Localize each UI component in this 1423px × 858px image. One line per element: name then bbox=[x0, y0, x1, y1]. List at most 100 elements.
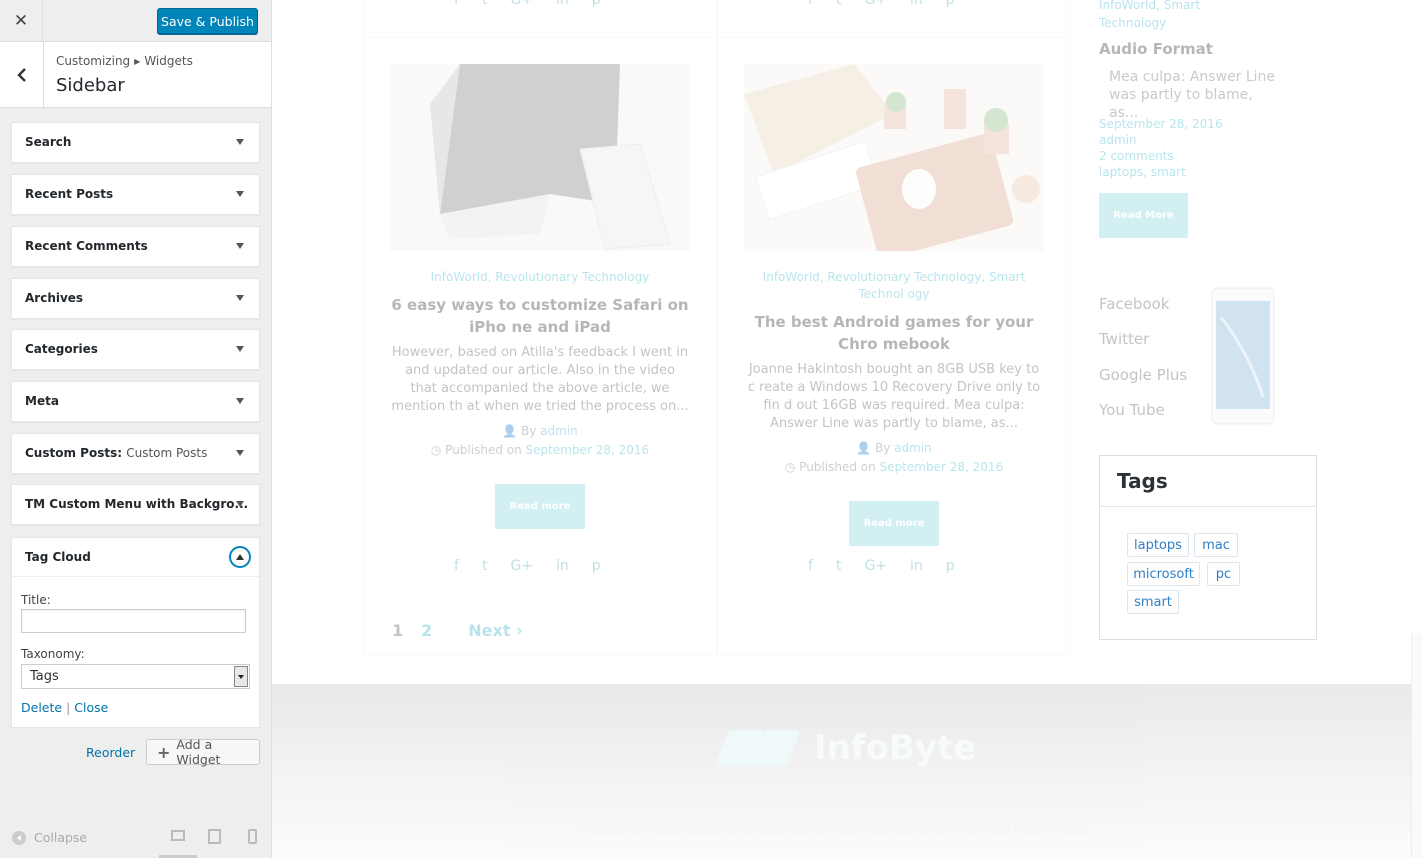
save-publish-button[interactable]: Save & Publish bbox=[157, 8, 258, 34]
expand-arrow-icon[interactable] bbox=[236, 295, 244, 301]
share-icons-top-left: f t G+ in p bbox=[454, 0, 601, 8]
social-twitter-link[interactable]: Twitter bbox=[1099, 330, 1149, 348]
tablet-preview-icon[interactable] bbox=[208, 829, 221, 844]
post-categories[interactable]: InfoWorld, Revolutionary Technology, Sma… bbox=[744, 269, 1044, 303]
facebook-icon[interactable]: f bbox=[808, 0, 813, 8]
widget-recent-posts[interactable]: Recent Posts bbox=[11, 174, 260, 215]
post-author[interactable]: admin bbox=[540, 424, 578, 438]
pinterest-icon[interactable]: p bbox=[592, 558, 601, 574]
read-more-button[interactable]: Read more bbox=[495, 484, 585, 529]
widget-meta[interactable]: Meta bbox=[11, 381, 260, 422]
clock-icon: ◷ bbox=[430, 443, 442, 457]
breadcrumb-root: Customizing bbox=[56, 54, 131, 68]
chevron-left-icon bbox=[16, 68, 26, 82]
dropdown-arrow-icon[interactable] bbox=[234, 666, 248, 687]
post-title[interactable]: The best Android games for your Chro meb… bbox=[744, 311, 1044, 355]
tag-pc[interactable]: pc bbox=[1207, 562, 1240, 586]
right-post-tags[interactable]: laptops, smart bbox=[1099, 165, 1186, 179]
taxonomy-select[interactable]: Tags bbox=[21, 664, 250, 689]
widget-title: Recent Posts bbox=[25, 187, 114, 201]
page-1[interactable]: 1 bbox=[392, 621, 403, 640]
expand-arrow-icon[interactable] bbox=[236, 501, 244, 507]
customizer-sidebar: ✕ Save & Publish Customizing ▶ Widgets Sid… bbox=[0, 0, 272, 858]
post-thumbnail-desk[interactable] bbox=[744, 64, 1044, 260]
expand-arrow-icon[interactable] bbox=[236, 191, 244, 197]
tag-mac[interactable]: mac bbox=[1194, 533, 1238, 557]
twitter-icon[interactable]: t bbox=[482, 0, 488, 8]
google-plus-icon[interactable]: G+ bbox=[510, 0, 533, 8]
post-author[interactable]: admin bbox=[894, 441, 932, 455]
tag-laptops[interactable]: laptops bbox=[1127, 533, 1189, 557]
linkedin-icon[interactable]: in bbox=[910, 558, 923, 574]
post-categories[interactable]: InfoWorld, Revolutionary Technology bbox=[390, 269, 690, 286]
facebook-icon[interactable]: f bbox=[808, 558, 813, 574]
collapse-button[interactable]: Collapse bbox=[12, 830, 87, 845]
expand-arrow-icon[interactable] bbox=[236, 398, 244, 404]
customizer-header: ✕ Save & Publish bbox=[0, 0, 271, 42]
social-facebook-link[interactable]: Facebook bbox=[1099, 295, 1169, 313]
widget-custom-posts[interactable]: Custom Posts: Custom Posts bbox=[11, 433, 260, 474]
facebook-icon[interactable]: f bbox=[454, 558, 459, 574]
taxonomy-selected-value: Tags bbox=[30, 669, 59, 684]
reorder-link[interactable]: Reorder bbox=[86, 745, 135, 760]
collapse-toggle-icon[interactable] bbox=[229, 546, 251, 568]
close-widget-link[interactable]: Close bbox=[74, 700, 108, 715]
right-post-author[interactable]: admin bbox=[1099, 133, 1137, 147]
pinterest-icon[interactable]: p bbox=[946, 0, 955, 8]
close-customizer-button[interactable]: ✕ bbox=[0, 0, 43, 42]
tablet-image bbox=[1211, 287, 1275, 425]
linkedin-icon[interactable]: in bbox=[910, 0, 923, 8]
site-logo[interactable]: InfoByte bbox=[715, 728, 976, 768]
post-date[interactable]: September 28, 2016 bbox=[526, 443, 650, 457]
published-label: Published on bbox=[445, 443, 522, 457]
widget-tm-custom-menu[interactable]: TM Custom Menu with Backgro... bbox=[11, 484, 260, 525]
google-plus-icon[interactable]: G+ bbox=[510, 558, 533, 574]
widget-title: Tag Cloud bbox=[25, 550, 91, 564]
linkedin-icon[interactable]: in bbox=[556, 558, 569, 574]
title-input[interactable] bbox=[21, 609, 246, 633]
widget-archives[interactable]: Archives bbox=[11, 278, 260, 319]
facebook-icon[interactable]: f bbox=[454, 0, 459, 8]
twitter-icon[interactable]: t bbox=[482, 558, 488, 574]
tag-microsoft[interactable]: microsoft bbox=[1127, 562, 1200, 586]
post-meta: 👤 By admin ◷ Published on September 28, … bbox=[390, 422, 690, 460]
back-button[interactable] bbox=[0, 42, 44, 108]
social-google-plus-link[interactable]: Google Plus bbox=[1099, 366, 1187, 384]
tag-smart[interactable]: smart bbox=[1127, 590, 1179, 614]
post-date[interactable]: September 28, 2016 bbox=[880, 460, 1004, 474]
widget-tag-cloud-header[interactable]: Tag Cloud bbox=[12, 538, 259, 577]
expand-arrow-icon[interactable] bbox=[236, 243, 244, 249]
widget-recent-comments[interactable]: Recent Comments bbox=[11, 226, 260, 267]
expand-arrow-icon[interactable] bbox=[236, 346, 244, 352]
right-post-title[interactable]: Audio Format bbox=[1099, 40, 1213, 58]
post-thumbnail-imac[interactable] bbox=[390, 64, 690, 251]
right-post-date[interactable]: September 28, 2016 bbox=[1099, 117, 1223, 131]
widget-search[interactable]: Search bbox=[11, 122, 260, 163]
site-preview[interactable]: f t G+ in p f t G+ in p InfoWorld, Revolutionary… bbox=[272, 0, 1423, 858]
linkedin-icon[interactable]: in bbox=[556, 0, 569, 8]
mobile-preview-icon[interactable] bbox=[248, 829, 257, 844]
expand-arrow-icon[interactable] bbox=[236, 139, 244, 145]
right-post-categories-cont[interactable]: Technology bbox=[1099, 16, 1166, 30]
pinterest-icon[interactable]: p bbox=[592, 0, 601, 8]
delete-widget-link[interactable]: Delete bbox=[21, 700, 62, 715]
social-youtube-link[interactable]: You Tube bbox=[1099, 401, 1165, 419]
share-icons-left: f t G+ in p bbox=[454, 558, 601, 574]
google-plus-icon[interactable]: G+ bbox=[864, 558, 887, 574]
google-plus-icon[interactable]: G+ bbox=[864, 0, 887, 8]
read-more-button[interactable]: Read more bbox=[849, 501, 939, 546]
widget-categories[interactable]: Categories bbox=[11, 329, 260, 370]
add-widget-button[interactable]: + Add a Widget bbox=[146, 737, 260, 767]
right-post-comments[interactable]: 2 comments bbox=[1099, 149, 1174, 163]
right-read-more-button[interactable]: Read More bbox=[1099, 193, 1188, 238]
next-page-link[interactable]: Next › bbox=[468, 621, 522, 640]
right-post-categories[interactable]: InfoWorld, Smart bbox=[1099, 0, 1200, 12]
post-title[interactable]: 6 easy ways to customize Safari on iPho … bbox=[390, 294, 690, 338]
pinterest-icon[interactable]: p bbox=[946, 558, 955, 574]
page-2[interactable]: 2 bbox=[421, 621, 432, 640]
twitter-icon[interactable]: t bbox=[836, 558, 842, 574]
preview-scrollbar[interactable] bbox=[1411, 633, 1423, 858]
twitter-icon[interactable]: t bbox=[836, 0, 842, 8]
desktop-preview-icon[interactable] bbox=[171, 830, 185, 841]
expand-arrow-icon[interactable] bbox=[236, 450, 244, 456]
